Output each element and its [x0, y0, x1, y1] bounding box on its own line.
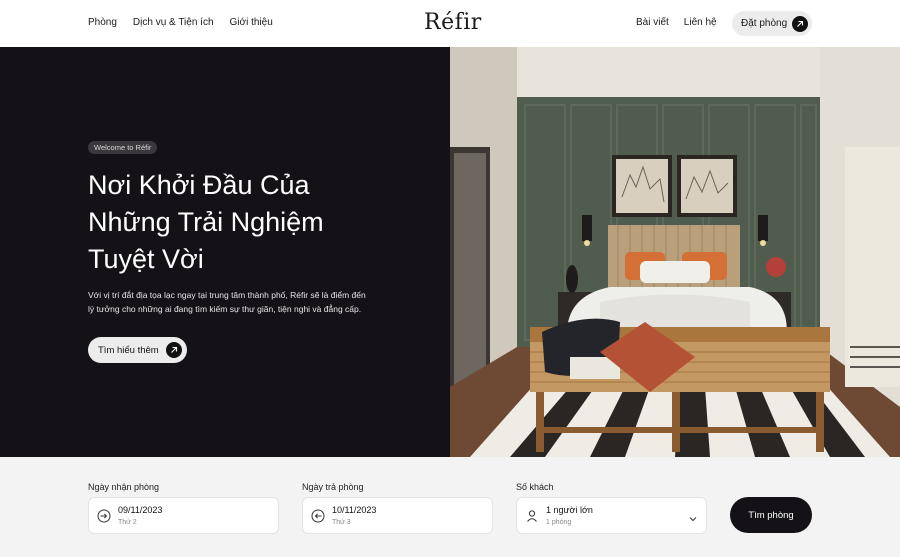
checkin-date-field[interactable]: 09/11/2023 Thứ 2	[88, 497, 279, 534]
hero-description-line: Với vị trí đắt địa tọa lạc ngay tại trun…	[88, 290, 366, 300]
chevron-down-icon	[688, 511, 698, 522]
learn-more-label: Tìm hiểu thêm	[98, 344, 159, 356]
rooms-value: 1 phòng	[546, 519, 572, 526]
learn-more-button[interactable]: Tìm hiểu thêm	[88, 337, 187, 363]
nav-link-about[interactable]: Giới thiệu	[230, 17, 273, 28]
nav-link-contact[interactable]: Liên hệ	[684, 17, 717, 28]
nav-left: Phòng Dịch vụ & Tiện ích Giới thiệu	[88, 17, 273, 28]
guests-value: 1 người lớn	[546, 505, 593, 515]
user-icon	[525, 509, 539, 523]
top-navbar: Phòng Dịch vụ & Tiện ích Giới thiệu Réfi…	[0, 0, 900, 47]
checkout-day: Thứ 3	[332, 519, 351, 526]
guests-label: Số khách	[516, 482, 554, 492]
nav-link-blog[interactable]: Bài viết	[636, 17, 669, 28]
hero-description: Với vị trí đắt địa tọa lạc ngay tại trun…	[88, 288, 408, 316]
arrow-in-icon	[97, 509, 111, 523]
hero-title: Nơi Khởi Đầu Của Những Trải Nghiệm Tuyệt…	[88, 167, 418, 278]
arrow-up-right-icon	[166, 342, 182, 358]
hero-description-line: lý tưởng cho những ai đang tìm kiếm sự t…	[88, 304, 362, 314]
welcome-badge: Welcome to Réfir	[88, 141, 158, 154]
hero-title-line: Nơi Khởi Đầu Của	[88, 170, 310, 200]
checkout-date-field[interactable]: 10/11/2023 Thứ 3	[302, 497, 493, 534]
nav-link-rooms[interactable]: Phòng	[88, 17, 117, 28]
guests-select[interactable]: 1 người lớn 1 phòng	[516, 497, 707, 534]
checkout-label: Ngày trả phòng	[302, 482, 364, 492]
checkin-day: Thứ 2	[118, 519, 137, 526]
book-now-label: Đặt phòng	[741, 18, 788, 29]
checkout-date-value: 10/11/2023	[332, 505, 377, 515]
search-rooms-button[interactable]: Tìm phòng	[730, 497, 812, 533]
checkin-date-value: 09/11/2023	[118, 505, 163, 515]
book-now-button[interactable]: Đặt phòng	[732, 11, 812, 36]
hero-title-line: Tuyệt Vời	[88, 244, 204, 274]
arrow-up-right-icon	[792, 15, 808, 32]
checkin-label: Ngày nhận phòng	[88, 482, 160, 492]
hero-panel: Welcome to Réfir Nơi Khởi Đầu Của Những …	[0, 47, 450, 457]
bedroom-photo	[450, 47, 900, 457]
booking-bar: Ngày nhận phòng 09/11/2023 Thứ 2 Ngày tr…	[0, 457, 900, 557]
arrow-out-icon	[311, 509, 325, 523]
hero-title-line: Những Trải Nghiệm	[88, 207, 324, 237]
nav-right: Bài viết Liên hệ	[636, 17, 717, 28]
brand-logo[interactable]: Réfir	[424, 10, 482, 35]
nav-link-services[interactable]: Dịch vụ & Tiện ích	[133, 17, 214, 28]
